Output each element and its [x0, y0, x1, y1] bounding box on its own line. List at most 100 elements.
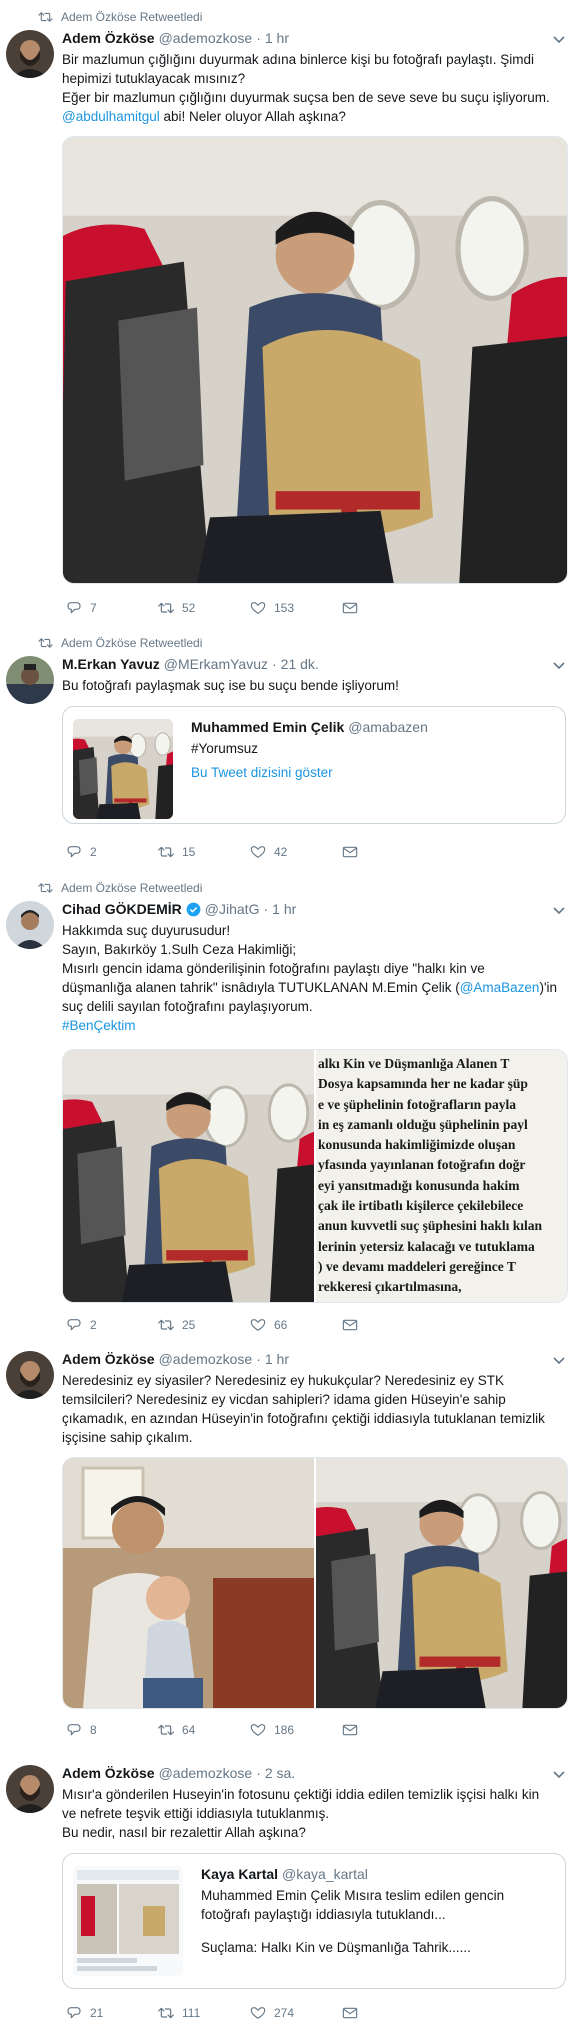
tweet-3[interactable]: Adem Özköse Retweetledi Cihad GÖKDEMİR @… [0, 873, 577, 1338]
direct-message-button[interactable] [342, 844, 434, 860]
tweet-header: Adem Özköse @ademozkose · 1 hr [62, 30, 289, 46]
author-name[interactable]: Adem Özköse [62, 1765, 155, 1781]
envelope-icon [342, 1317, 358, 1333]
chevron-down-icon[interactable] [553, 1771, 565, 1779]
author-name[interactable]: M.Erkan Yavuz [62, 656, 160, 672]
timestamp[interactable]: 1 hr [265, 1351, 289, 1367]
chevron-down-icon[interactable] [553, 662, 565, 670]
tweet-5[interactable]: Adem Özköse @ademozkose · 2 sa. Mısır'a … [0, 1747, 577, 2028]
verified-badge-icon [186, 902, 201, 916]
direct-message-button[interactable] [342, 1317, 434, 1333]
mention-link[interactable]: @abdulhamitgul [62, 109, 160, 124]
like-button[interactable]: 66 [250, 1317, 342, 1333]
tweet-photo[interactable] [62, 136, 568, 584]
document-line: in eş zamanlı olduğu şüphelinin payl [318, 1116, 528, 1132]
chevron-down-icon[interactable] [553, 1357, 565, 1365]
timestamp[interactable]: 21 dk. [281, 656, 319, 672]
quoted-tweet-text: #Yorumsuz [191, 741, 259, 756]
avatar[interactable] [6, 1351, 54, 1399]
retweet-icon [38, 637, 53, 649]
family-photo[interactable] [63, 1458, 314, 1708]
document-line: e ve şüphelinin fotoğrafların payla [318, 1096, 517, 1112]
like-button[interactable]: 186 [250, 1722, 342, 1738]
hashtag-link[interactable]: #BenÇektim [62, 1016, 565, 1035]
chevron-down-icon[interactable] [553, 907, 565, 915]
heart-icon [250, 1722, 266, 1738]
document-line: Dosya kapsamında her ne kadar şüp [318, 1076, 528, 1092]
envelope-icon [342, 2005, 358, 2021]
retweet-icon [158, 600, 174, 616]
avatar[interactable] [6, 656, 54, 704]
tweet-actions: 21 111 274 [66, 2003, 434, 2023]
tweet-text: Neredesiniz ey siyasiler? Neredesiniz ey… [62, 1373, 545, 1445]
reply-button[interactable]: 2 [66, 844, 158, 860]
tweet-photos: alkı Kin ve Düşmanlığa Alanen T Dosya kap… [62, 1049, 568, 1303]
author-name[interactable]: Cihad GÖKDEMİR [62, 901, 182, 917]
reply-button[interactable]: 8 [66, 1722, 158, 1738]
avatar[interactable] [6, 1765, 54, 1813]
quoted-tweet[interactable]: Kaya Kartal @kaya_kartal Muhammed Emin Ç… [62, 1853, 566, 1989]
quoted-tweet-photo[interactable] [73, 1866, 183, 1976]
document-line: alkı Kin ve Düşmanlığa Alanen T [318, 1056, 510, 1071]
heart-icon [250, 844, 266, 860]
like-button[interactable]: 42 [250, 844, 342, 860]
retweet-icon [158, 844, 174, 860]
separator-dot: · [263, 901, 269, 917]
like-button[interactable]: 274 [250, 2005, 342, 2021]
document-line: ) ve devamı maddeleri gereğince T [318, 1258, 516, 1274]
reply-button[interactable]: 2 [66, 1317, 158, 1333]
mention-link[interactable]: @AmaBazen [460, 980, 540, 995]
tweet-photo[interactable] [63, 1050, 314, 1302]
timestamp[interactable]: 1 hr [265, 30, 289, 46]
quoted-tweet[interactable]: Muhammed Emin Çelik @amabazen #Yorumsuz … [62, 706, 566, 824]
like-button[interactable]: 153 [250, 600, 342, 616]
chevron-down-icon[interactable] [553, 36, 565, 44]
retweet-button[interactable]: 64 [158, 1722, 250, 1738]
author-handle[interactable]: @JihatG [205, 901, 260, 917]
show-thread-link[interactable]: Bu Tweet dizisini göster [191, 765, 333, 780]
document-line: eyi yansıtmadığı konusunda hakim [318, 1177, 520, 1193]
reply-icon [66, 2005, 82, 2021]
envelope-icon [342, 600, 358, 616]
tweet-photos [62, 1457, 568, 1709]
tweet-header: M.Erkan Yavuz @MErkamYavuz · 21 dk. [62, 656, 319, 672]
direct-message-button[interactable] [342, 1722, 434, 1738]
tweet-1[interactable]: Adem Özköse Retweetledi Adem Özköse @ade… [0, 0, 577, 629]
author-handle[interactable]: @MErkamYavuz [164, 656, 268, 672]
author-handle[interactable]: @ademozkose [159, 1765, 253, 1781]
quoted-author-name: Kaya Kartal [201, 1866, 279, 1882]
separator-dot: · [256, 1765, 261, 1781]
direct-message-button[interactable] [342, 600, 434, 616]
avatar[interactable] [6, 30, 54, 78]
retweet-button[interactable]: 15 [158, 844, 250, 860]
tweet-text: Bu fotoğrafı paylaşmak suç ise bu suçu b… [62, 678, 399, 693]
tweet-4[interactable]: Adem Özköse @ademozkose · 1 hr Neredesin… [0, 1337, 577, 1748]
author-name[interactable]: Adem Özköse [62, 1351, 155, 1367]
tweet-header: Adem Özköse @ademozkose · 2 sa. [62, 1765, 295, 1781]
quoted-tweet-photo[interactable] [73, 719, 173, 819]
reply-button[interactable]: 7 [66, 600, 158, 616]
retweet-button[interactable]: 25 [158, 1317, 250, 1333]
timestamp[interactable]: 2 sa. [265, 1765, 295, 1781]
retweeted-by: Adem Özköse Retweetledi [38, 636, 202, 650]
reply-icon [66, 844, 82, 860]
author-handle[interactable]: @ademozkose [159, 30, 253, 46]
reply-button[interactable]: 21 [66, 2005, 158, 2021]
tweet-2[interactable]: Adem Özköse Retweetledi M.Erkan Yavuz @M… [0, 628, 577, 874]
direct-message-button[interactable] [342, 2005, 434, 2021]
author-name[interactable]: Adem Özköse [62, 30, 155, 46]
tweet-actions: 7 52 153 [66, 598, 434, 618]
court-document-photo[interactable]: alkı Kin ve Düşmanlığa Alanen T Dosya kap… [316, 1050, 567, 1302]
retweet-button[interactable]: 52 [158, 600, 250, 616]
tweet-photo[interactable] [316, 1458, 567, 1708]
retweet-icon [158, 1317, 174, 1333]
author-handle[interactable]: @ademozkose [159, 1351, 253, 1367]
retweet-button[interactable]: 111 [158, 2005, 250, 2021]
retweet-icon [158, 1722, 174, 1738]
tweet-text: Bir mazlumun çığlığını duyurmak adına bi… [62, 52, 550, 124]
envelope-icon [342, 844, 358, 860]
avatar[interactable] [6, 901, 54, 949]
quoted-author-handle: @amabazen [348, 719, 428, 735]
heart-icon [250, 2005, 266, 2021]
timestamp[interactable]: 1 hr [272, 901, 296, 917]
